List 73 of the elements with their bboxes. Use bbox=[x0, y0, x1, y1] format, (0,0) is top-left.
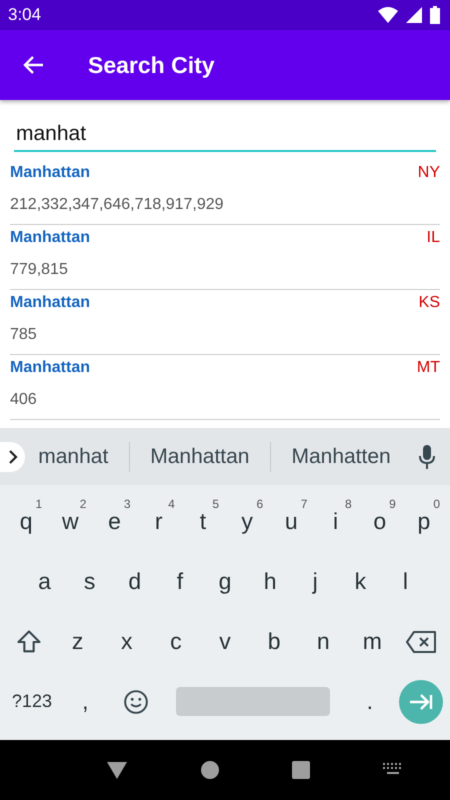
keyboard-key[interactable]: z bbox=[53, 616, 102, 668]
keyboard-key[interactable]: w 2 bbox=[48, 495, 92, 548]
key-hint: 2 bbox=[80, 497, 86, 512]
area-codes: 779,815 bbox=[10, 261, 69, 279]
state-code: NY bbox=[418, 164, 440, 182]
keyboard-key[interactable]: g bbox=[202, 555, 248, 608]
key-hint: 0 bbox=[433, 497, 440, 512]
key-hint: 9 bbox=[389, 497, 396, 512]
screen-title: Search City bbox=[88, 52, 215, 78]
smiley-icon bbox=[123, 688, 150, 715]
result-row[interactable]: Manhattan MT 406 bbox=[10, 355, 440, 420]
keyboard-key[interactable]: l bbox=[382, 555, 428, 608]
suggestion[interactable]: manhat bbox=[32, 440, 114, 474]
key-hint: 6 bbox=[256, 497, 264, 512]
keyboard-key[interactable]: q 1 bbox=[4, 495, 48, 548]
keyboard-key[interactable]: y 6 bbox=[225, 495, 270, 548]
keyboard-key[interactable]: t 5 bbox=[180, 495, 226, 548]
keyboard-key[interactable]: x bbox=[102, 616, 152, 668]
keyboard-key[interactable]: p 0 bbox=[402, 495, 446, 548]
keyboard-key[interactable]: o 9 bbox=[358, 495, 402, 548]
key-hint: 7 bbox=[300, 497, 308, 512]
key-hint: 1 bbox=[36, 497, 42, 512]
keyboard-key[interactable]: e 3 bbox=[92, 495, 137, 548]
keyboard-key[interactable]: i 8 bbox=[313, 495, 358, 548]
signal-icon bbox=[406, 7, 422, 23]
tab-arrow-icon bbox=[408, 692, 434, 712]
keyboard-key[interactable]: v bbox=[200, 616, 250, 668]
result-row[interactable]: Manhattan NY 212,332,347,646,718,917,929 bbox=[10, 160, 440, 225]
keyboard-icon[interactable] bbox=[382, 763, 404, 777]
state-code: MT bbox=[416, 359, 440, 377]
keyboard-key[interactable]: j bbox=[292, 555, 338, 608]
battery-icon bbox=[430, 6, 440, 24]
keyboard-key[interactable]: n bbox=[298, 616, 348, 668]
chevron-right-icon bbox=[8, 450, 18, 464]
keyboard-key[interactable]: k bbox=[338, 555, 383, 608]
expand-button[interactable] bbox=[0, 442, 25, 472]
suggestion[interactable]: Manhattan bbox=[144, 440, 256, 474]
city-name: Manhattan bbox=[10, 294, 90, 312]
area-codes: 406 bbox=[10, 391, 38, 409]
keyboard-key[interactable]: r 4 bbox=[136, 495, 181, 548]
area-codes: 212,332,347,646,718,917,929 bbox=[10, 196, 225, 214]
city-name: Manhattan bbox=[10, 164, 90, 182]
keyboard-key[interactable]: d bbox=[112, 555, 158, 608]
keyboard-key[interactable]: c bbox=[151, 616, 200, 668]
result-row[interactable]: Manhattan KS 785 bbox=[10, 290, 440, 355]
symbols-key[interactable]: ?123 bbox=[4, 676, 60, 728]
microphone-icon bbox=[418, 444, 436, 470]
city-name: Manhattan bbox=[10, 359, 90, 377]
result-row[interactable]: Manhattan IL 779,815 bbox=[10, 225, 440, 290]
microphone-button[interactable] bbox=[418, 444, 436, 470]
wifi-icon bbox=[378, 7, 398, 23]
home-circle-icon[interactable] bbox=[200, 760, 220, 780]
keyboard-key[interactable]: s bbox=[67, 555, 112, 608]
back-triangle-icon[interactable] bbox=[106, 760, 128, 780]
keyboard-key[interactable]: a bbox=[22, 555, 68, 608]
keyboard-key[interactable]: m bbox=[348, 616, 397, 668]
status-time: 3:04 bbox=[8, 5, 42, 25]
keyboard-key[interactable]: . bbox=[344, 676, 396, 728]
keyboard-key[interactable]: f bbox=[157, 555, 202, 608]
keyboard-key[interactable]: u 7 bbox=[269, 495, 314, 548]
keyboard-key[interactable]: h bbox=[248, 555, 293, 608]
key-hint: 5 bbox=[212, 497, 220, 512]
suggestion[interactable]: Manhatten bbox=[285, 440, 397, 474]
keyboard-key[interactable]: b bbox=[250, 616, 299, 668]
area-codes: 785 bbox=[10, 326, 38, 344]
state-code: KS bbox=[418, 294, 440, 312]
keyboard-key[interactable]: , bbox=[60, 676, 111, 728]
state-code: IL bbox=[426, 229, 440, 247]
city-name: Manhattan bbox=[10, 229, 90, 247]
backspace-icon bbox=[405, 630, 438, 654]
key-hint: 4 bbox=[168, 497, 175, 512]
key-hint: 8 bbox=[344, 497, 352, 512]
key-hint: 3 bbox=[124, 497, 131, 512]
